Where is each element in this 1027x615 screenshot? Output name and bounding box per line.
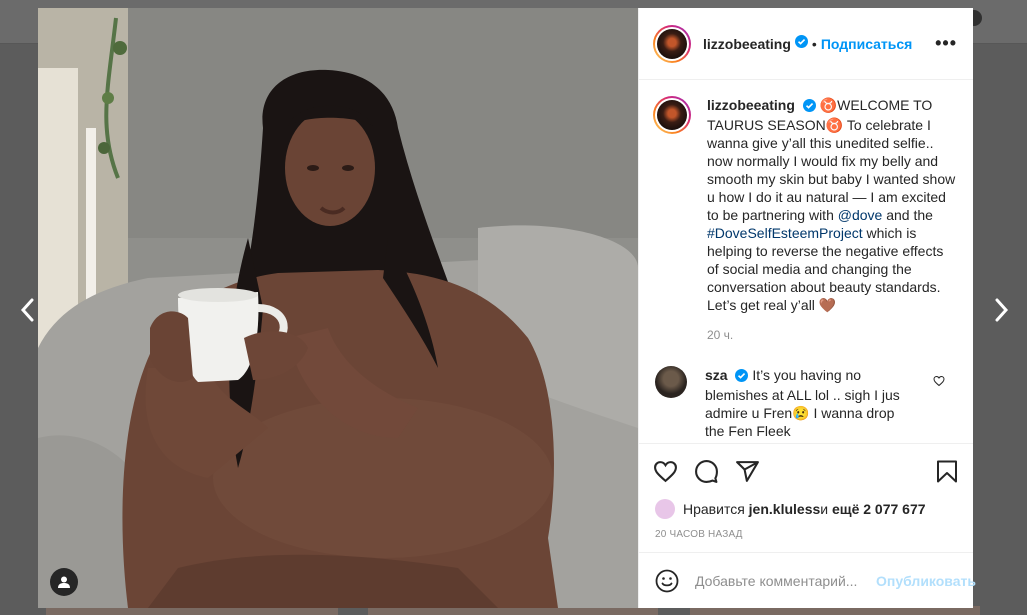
- emoji-smiley-icon[interactable]: [655, 569, 679, 593]
- post-time-ago[interactable]: 20 ЧАСОВ НАЗАД: [639, 529, 973, 543]
- liker-avatar[interactable]: [655, 499, 675, 519]
- more-options-icon[interactable]: •••: [935, 33, 957, 54]
- caption-username[interactable]: lizzobeeating: [707, 97, 795, 113]
- caption-timestamp[interactable]: 20 ч.: [707, 326, 957, 344]
- caption-text: and the: [882, 207, 933, 223]
- likes-summary: Нравится jen.kluless и ещё 2 077 677: [639, 499, 973, 519]
- comment-text: It’s you having no blemishes at ALL lol …: [705, 367, 900, 439]
- next-post-arrow-icon[interactable]: [990, 296, 1012, 324]
- comment-username[interactable]: sza: [705, 367, 728, 383]
- verified-badge-icon: [794, 34, 808, 53]
- like-heart-icon[interactable]: [653, 459, 678, 484]
- caption-body: lizzobeeating ♉️WELCOME TO TAURUS SEASON…: [707, 96, 957, 344]
- likes-prefix: Нравится: [683, 501, 745, 517]
- post-photo[interactable]: [38, 8, 638, 608]
- author-avatar[interactable]: [653, 24, 691, 63]
- previous-post-arrow-icon[interactable]: [17, 296, 39, 324]
- comment-body: sza It’s you having no blemishes at ALL …: [705, 366, 917, 440]
- caption-text: ♉️WELCOME TO TAURUS SEASON♉️ To celebrat…: [707, 97, 956, 223]
- post-actions: [639, 443, 973, 499]
- add-comment-form: Опубликовать: [639, 552, 976, 608]
- caption: lizzobeeating ♉️WELCOME TO TAURUS SEASON…: [653, 96, 957, 344]
- comment-item: sza It’s you having no blemishes at ALL …: [653, 366, 957, 440]
- tagged-users-button[interactable]: [50, 568, 78, 596]
- caption-avatar[interactable]: [653, 96, 691, 344]
- hashtag-link[interactable]: #DoveSelfEsteemProject: [707, 225, 863, 241]
- verified-badge-icon: [735, 368, 749, 386]
- follow-button[interactable]: Подписаться: [821, 36, 913, 52]
- verified-badge-icon: [802, 98, 816, 116]
- comment-bubble-icon[interactable]: [694, 459, 719, 484]
- brown-heart-emoji: 🤎: [818, 297, 837, 313]
- mention-link[interactable]: @dove: [838, 207, 883, 223]
- likes-and: и: [820, 501, 829, 517]
- likes-count[interactable]: ещё 2 077 677: [832, 501, 926, 517]
- author-username[interactable]: lizzobeeating: [703, 36, 791, 52]
- save-bookmark-icon[interactable]: [935, 459, 959, 484]
- post-sidebar: lizzobeeating • Подписаться ••• lizzobee…: [638, 8, 976, 608]
- post-modal: lizzobeeating • Подписаться ••• lizzobee…: [38, 8, 976, 608]
- post-header: lizzobeeating • Подписаться •••: [639, 8, 973, 80]
- user-icon: [58, 576, 70, 588]
- separator-dot: •: [811, 35, 817, 52]
- comment-avatar[interactable]: [655, 366, 687, 398]
- publish-comment-button[interactable]: Опубликовать: [876, 573, 976, 589]
- comments-section[interactable]: lizzobeeating ♉️WELCOME TO TAURUS SEASON…: [639, 80, 973, 443]
- comment-input[interactable]: [695, 572, 876, 589]
- like-comment-heart-icon[interactable]: [933, 374, 945, 392]
- liker-username[interactable]: jen.kluless: [749, 501, 821, 517]
- share-send-icon[interactable]: [735, 459, 760, 484]
